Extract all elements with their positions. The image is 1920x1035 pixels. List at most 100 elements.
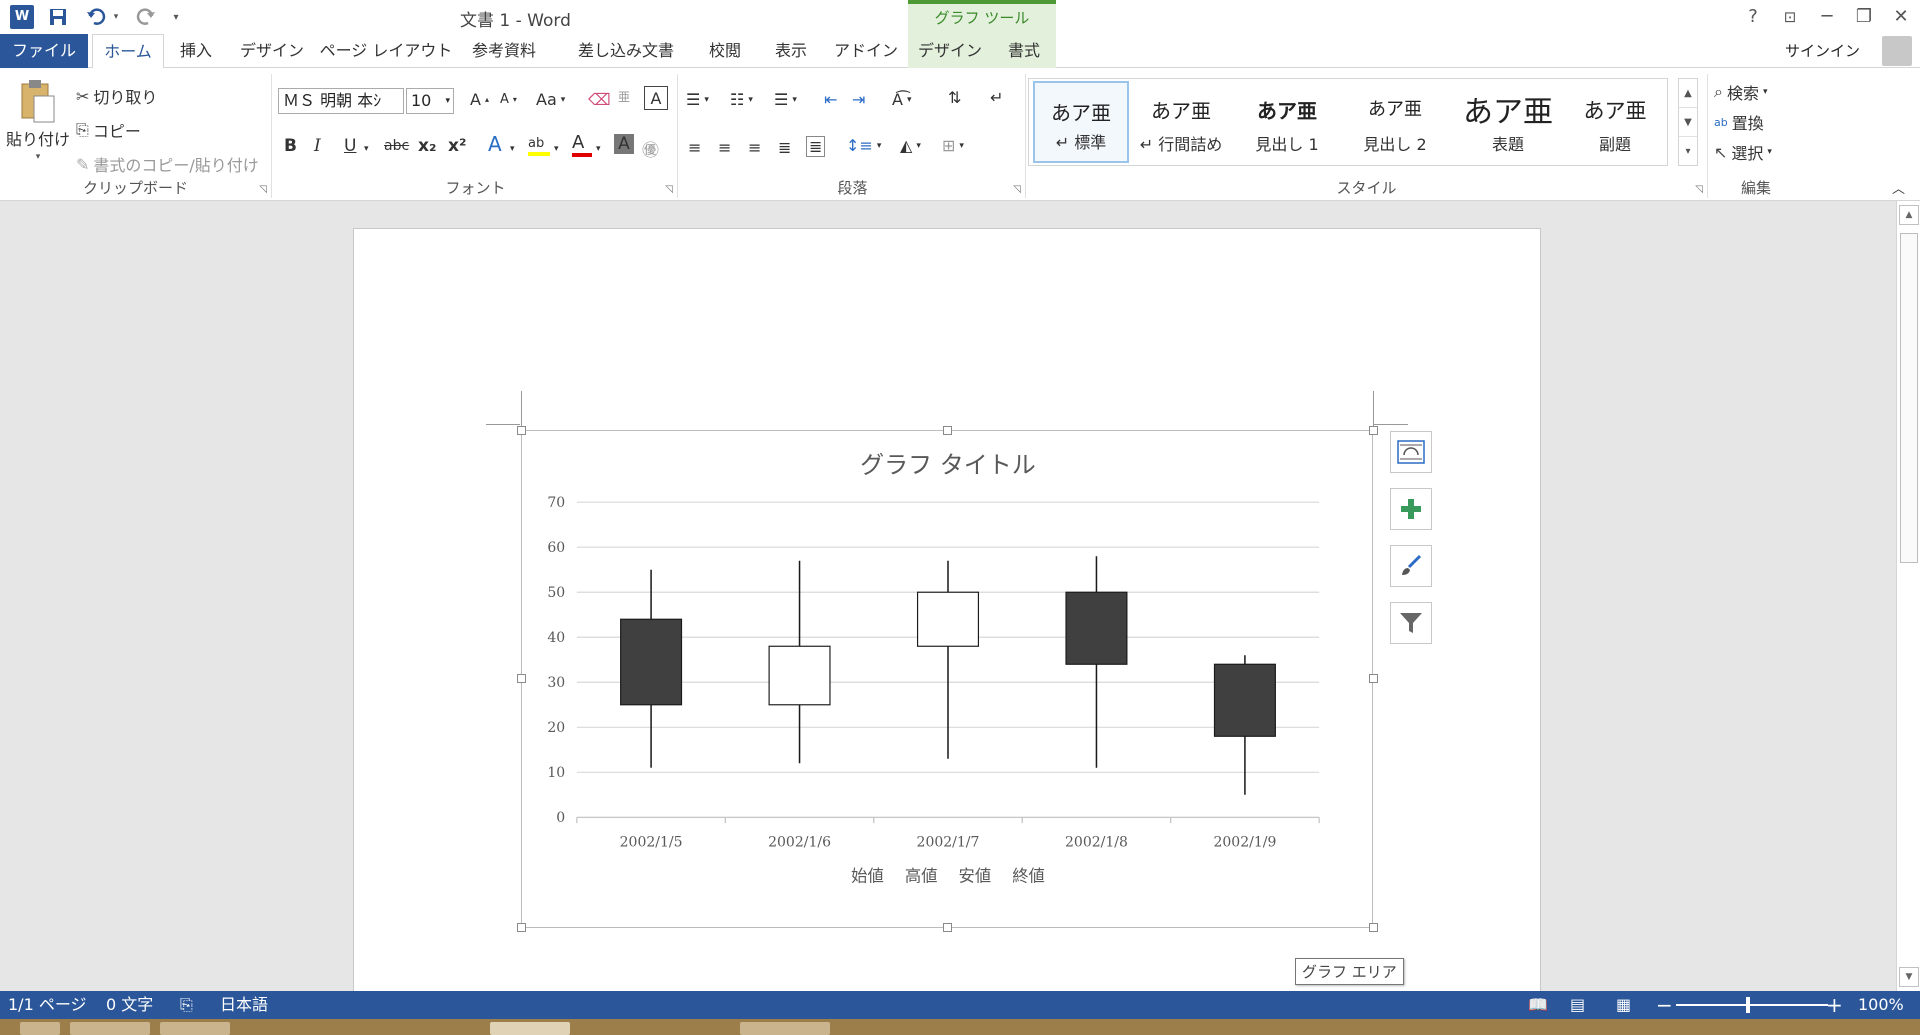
layout-options-button[interactable] [1390, 431, 1432, 473]
asian-layout-icon[interactable]: A͡ ▾ [892, 90, 911, 109]
restore-button[interactable]: ❐ [1849, 3, 1879, 31]
numbering-icon[interactable]: ☷ ▾ [730, 90, 753, 109]
text-effects-dropdown-icon[interactable]: ▾ [510, 144, 515, 154]
paragraph-dialog-launcher-icon[interactable]: ◹ [1013, 184, 1021, 195]
chart-area[interactable]: グラフ タイトル 0 10 20 30 40 50 60 70 2002/1/5 2002/1/… [521, 430, 1373, 928]
italic-button[interactable]: I [314, 136, 321, 156]
minimize-button[interactable]: ─ [1812, 3, 1842, 31]
bold-button[interactable]: B [284, 136, 297, 156]
character-border-icon[interactable]: A [644, 86, 668, 110]
grow-font-button[interactable]: A ▴ [470, 90, 489, 109]
resize-handle[interactable] [1369, 923, 1378, 932]
copy-button[interactable]: ⎘ コピー [76, 118, 141, 142]
tab-view[interactable]: 表示 [760, 34, 822, 68]
zoom-slider[interactable] [1676, 1004, 1828, 1006]
taskbar-item[interactable] [70, 1022, 150, 1035]
help-button[interactable]: ? [1738, 3, 1768, 31]
clipboard-dialog-launcher-icon[interactable]: ◹ [259, 184, 267, 195]
zoom-level[interactable]: 100% [1858, 991, 1904, 1019]
change-case-button[interactable]: Aa ▾ [536, 90, 565, 109]
tab-chart-format[interactable]: 書式 [992, 34, 1056, 68]
style-subtitle[interactable]: あア亜 副題 [1567, 81, 1663, 163]
paste-button[interactable]: 貼り付け ▾ [6, 78, 70, 162]
proofing-icon[interactable]: ⎘ [180, 991, 193, 1019]
collapse-ribbon-icon[interactable]: ︿ [1892, 178, 1905, 197]
format-painter-button[interactable]: ✎ 書式のコピー/貼り付け [76, 152, 259, 176]
increase-indent-icon[interactable]: ⇥ [852, 90, 865, 109]
signin-link[interactable]: サインイン [1785, 34, 1860, 68]
subscript-button[interactable]: x₂ [418, 136, 436, 156]
show-formatting-marks-icon[interactable]: ↵ [990, 88, 1003, 107]
zoom-slider-thumb[interactable] [1746, 997, 1750, 1013]
shading-icon[interactable]: ◭ ▾ [900, 136, 921, 155]
customize-quick-access-icon[interactable]: ▾ [168, 3, 184, 31]
print-layout-icon[interactable]: ▤ [1570, 991, 1585, 1019]
user-avatar-icon[interactable] [1882, 36, 1912, 66]
gallery-up-icon[interactable]: ▲ [1679, 79, 1697, 108]
superscript-button[interactable]: x² [448, 136, 466, 156]
taskbar-item[interactable] [490, 1022, 570, 1035]
line-spacing-icon[interactable]: ↕≡ ▾ [846, 136, 881, 155]
resize-handle[interactable] [943, 426, 952, 435]
scroll-down-icon[interactable]: ▼ [1899, 967, 1919, 987]
highlight-color-icon[interactable]: ab [528, 132, 550, 156]
tab-chart-design[interactable]: デザイン [908, 34, 992, 68]
close-button[interactable]: ✕ [1886, 3, 1916, 31]
clear-formatting-icon[interactable]: ⌫ [588, 90, 611, 109]
underline-button[interactable]: U [344, 136, 356, 156]
enclose-characters-icon[interactable]: ㊝ [642, 136, 659, 161]
taskbar-item[interactable] [740, 1022, 830, 1035]
font-size-combobox[interactable]: 10 ▾ [406, 88, 454, 114]
style-normal[interactable]: あア亜 ↵ 標準 [1033, 81, 1129, 163]
character-shading-icon[interactable]: A [614, 134, 634, 154]
distributed-icon[interactable]: ≣ [806, 136, 826, 157]
font-color-dropdown-icon[interactable]: ▾ [596, 144, 601, 154]
word-logo-icon[interactable]: W [8, 3, 36, 31]
chart-title[interactable]: グラフ タイトル [860, 451, 1036, 479]
resize-handle[interactable] [1369, 674, 1378, 683]
replace-button[interactable]: ab 置換 [1714, 110, 1764, 134]
find-button[interactable]: ⌕ 検索 ▾ [1714, 80, 1768, 104]
resize-handle[interactable] [1369, 426, 1378, 435]
resize-handle[interactable] [517, 426, 526, 435]
decrease-indent-icon[interactable]: ⇤ [824, 90, 837, 109]
tab-mailings[interactable]: 差し込み文書 [562, 34, 690, 68]
chart-filters-button[interactable] [1390, 602, 1432, 644]
ribbon-display-options-button[interactable]: ⊡ [1775, 3, 1805, 31]
align-left-icon[interactable]: ≡ [688, 138, 701, 157]
strikethrough-button[interactable]: abc [384, 138, 409, 154]
chart-legend[interactable]: 始値 高値 安値 終値 [851, 867, 1045, 886]
styles-dialog-launcher-icon[interactable]: ◹ [1695, 184, 1703, 195]
borders-icon[interactable]: ⊞ ▾ [942, 136, 964, 155]
read-mode-icon[interactable]: 📖 [1528, 991, 1548, 1019]
bullets-icon[interactable]: ☰ ▾ [686, 90, 709, 109]
font-color-icon[interactable]: A [572, 132, 592, 157]
tab-review[interactable]: 校閲 [694, 34, 756, 68]
tab-addins[interactable]: アドイン [826, 34, 906, 68]
save-icon[interactable] [44, 3, 72, 31]
taskbar-item[interactable] [20, 1022, 60, 1035]
tab-insert[interactable]: 挿入 [168, 34, 224, 68]
style-heading-1[interactable]: あア亜 見出し 1 [1239, 81, 1335, 163]
page-count[interactable]: 1/1 ページ [8, 991, 87, 1019]
multilevel-list-icon[interactable]: ☰ ▾ [774, 90, 797, 109]
vertical-scrollbar[interactable]: ▲ ▼ [1896, 201, 1920, 991]
font-dialog-launcher-icon[interactable]: ◹ [665, 184, 673, 195]
shrink-font-button[interactable]: A ▾ [500, 92, 517, 107]
word-count[interactable]: 0 文字 [106, 991, 153, 1019]
tab-design[interactable]: デザイン [228, 34, 316, 68]
align-right-icon[interactable]: ≡ [748, 138, 761, 157]
gallery-down-icon[interactable]: ▼ [1679, 108, 1697, 137]
zoom-in-icon[interactable]: + [1826, 991, 1843, 1019]
resize-handle[interactable] [517, 923, 526, 932]
style-title[interactable]: あア亜 表題 [1453, 81, 1563, 163]
tab-file[interactable]: ファイル [0, 34, 88, 68]
select-button[interactable]: ↖ 選択 ▾ [1714, 140, 1772, 164]
highlight-dropdown-icon[interactable]: ▾ [554, 144, 559, 154]
undo-dropdown-icon[interactable]: ▾ [110, 3, 122, 31]
center-icon[interactable]: ≡ [718, 138, 731, 157]
taskbar-item[interactable] [160, 1022, 230, 1035]
language-indicator[interactable]: 日本語 [220, 991, 268, 1019]
scroll-thumb[interactable] [1900, 233, 1918, 563]
scroll-up-icon[interactable]: ▲ [1899, 205, 1919, 225]
